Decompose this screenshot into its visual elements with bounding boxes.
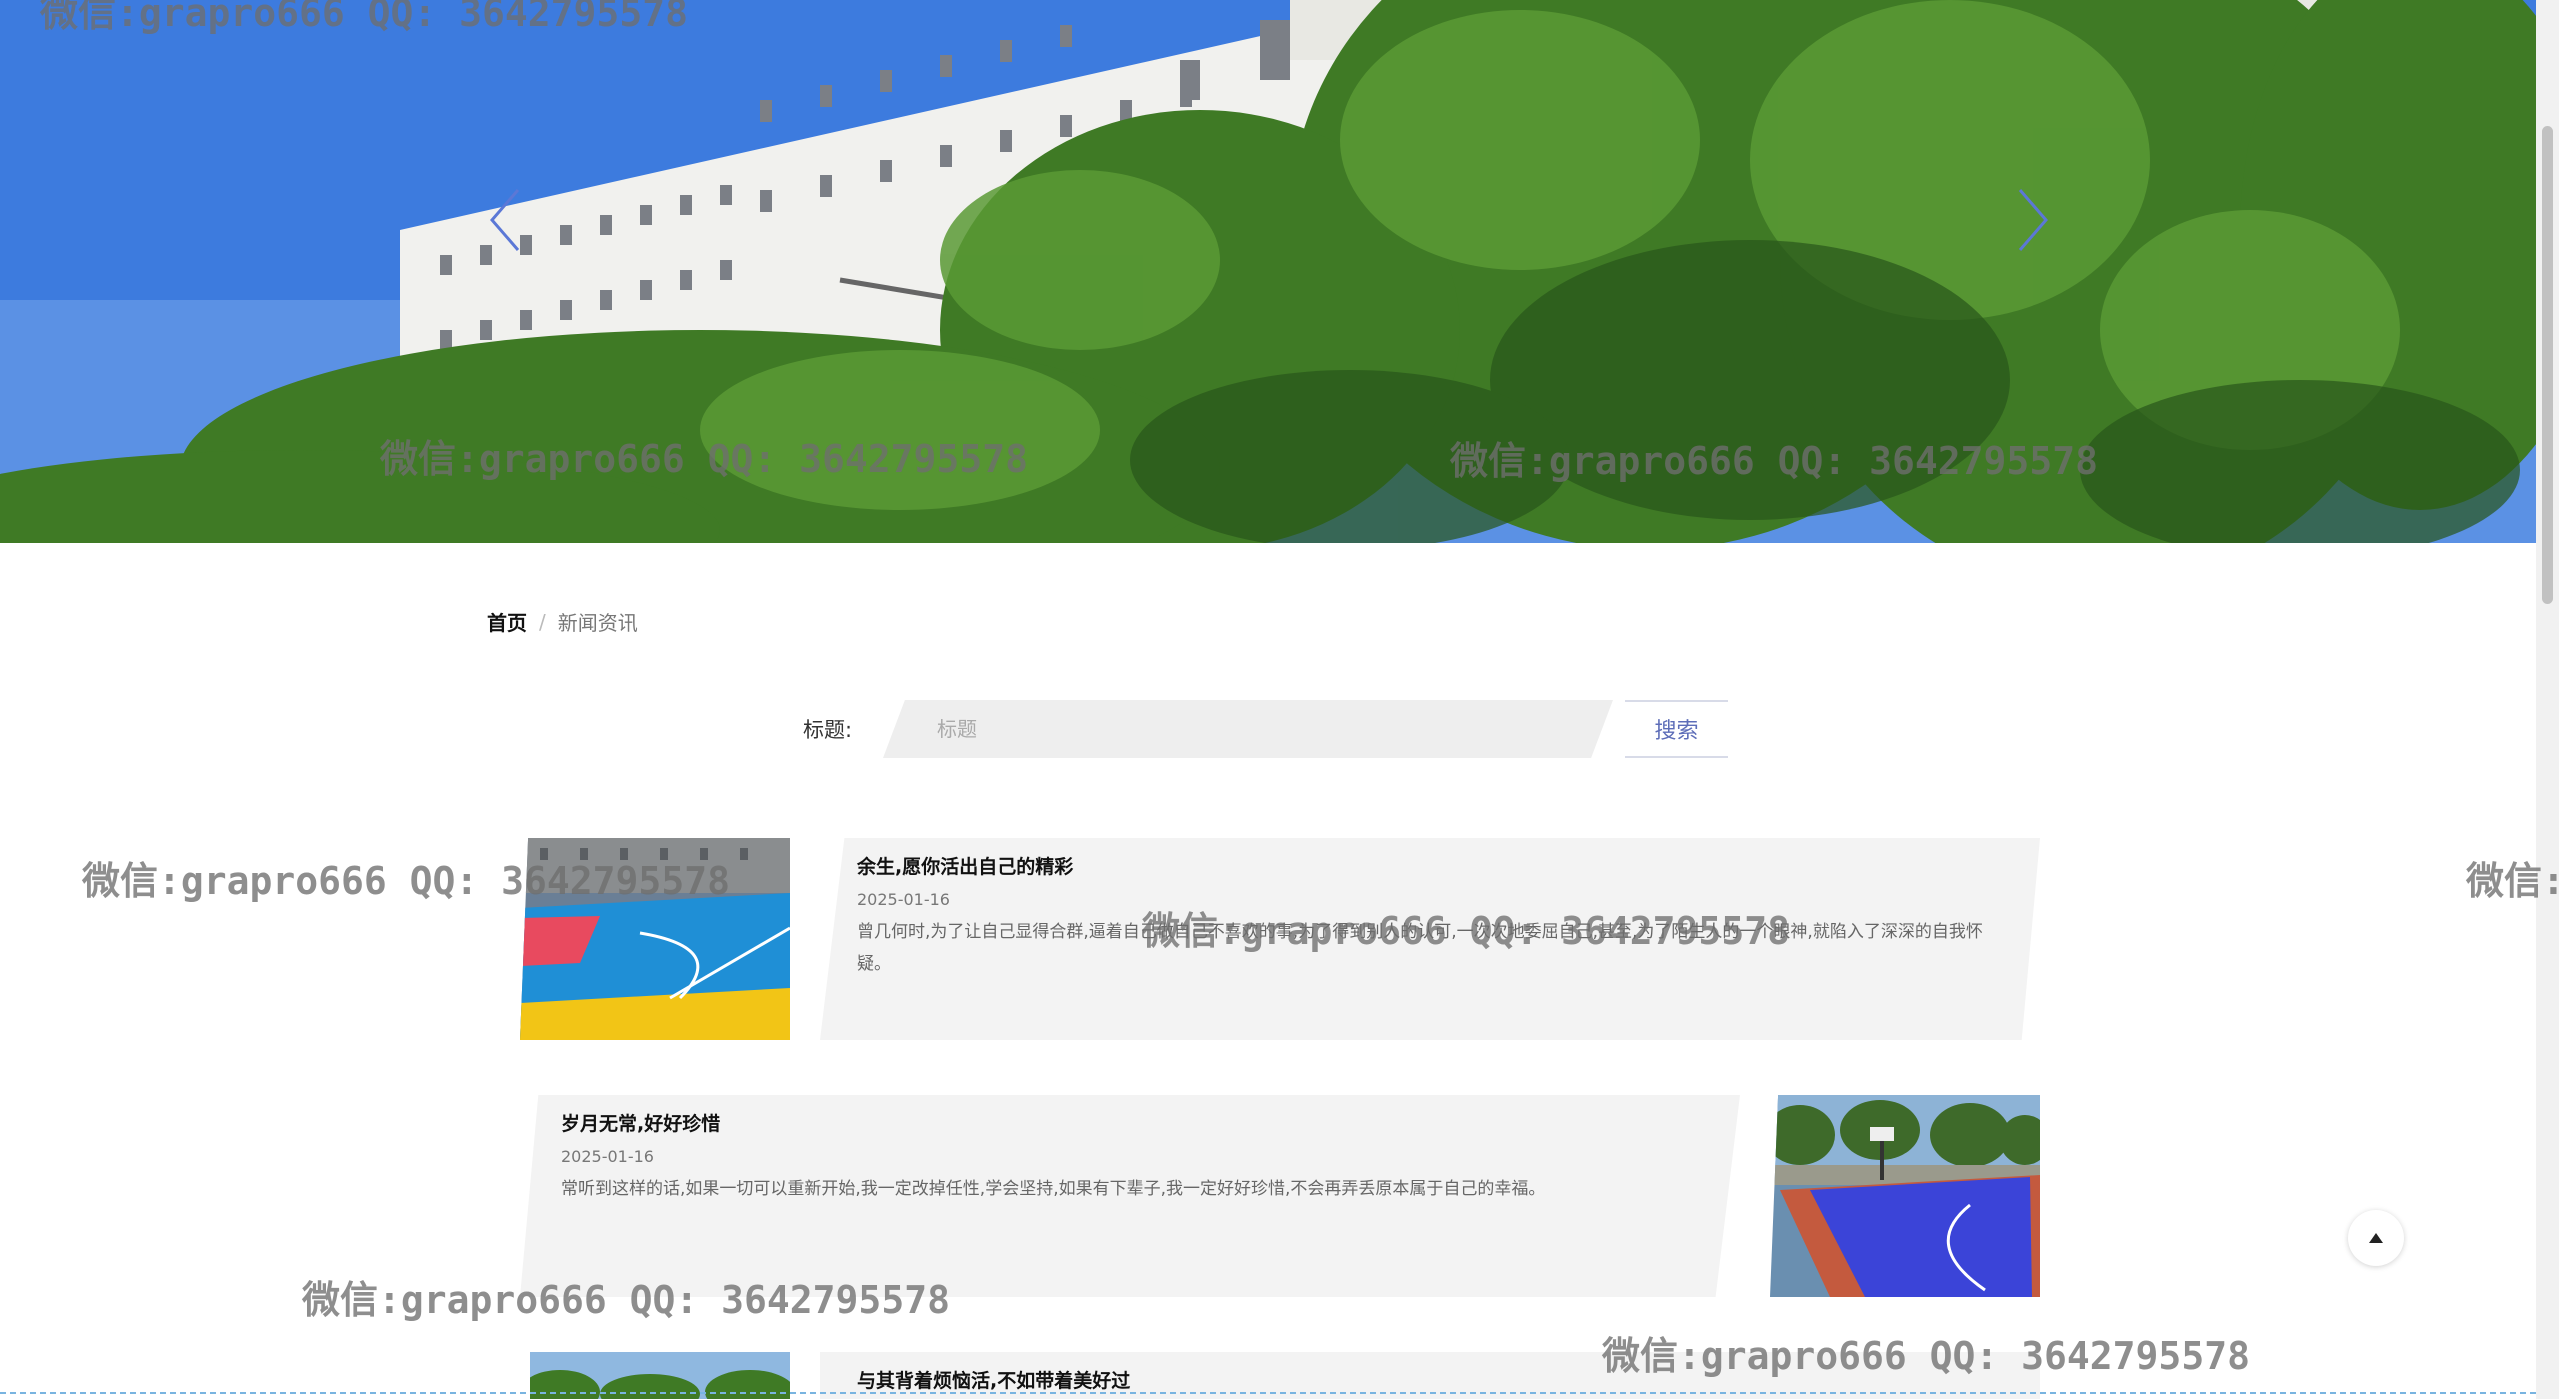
carousel-prev-button[interactable] (475, 180, 535, 260)
search-label: 标题: (803, 718, 853, 742)
news-thumbnail-image (1770, 1095, 2040, 1297)
news-title[interactable]: 岁月无常,好好珍惜 (561, 1109, 720, 1136)
breadcrumb-current: 新闻资讯 (557, 611, 638, 635)
news-thumbnail[interactable] (1770, 1095, 2040, 1297)
news-thumbnail[interactable] (520, 838, 790, 1040)
back-to-top-button[interactable] (2348, 1210, 2404, 1266)
breadcrumb: 首页 / 新闻资讯 (487, 607, 638, 636)
banner-carousel (0, 0, 2536, 543)
divider-line (0, 1392, 2536, 1394)
scrollbar-thumb[interactable] (2542, 126, 2553, 604)
news-summary: 常听到这样的话,如果一切可以重新开始,我一定改掉任性,学会坚持,如果有下辈子,我… (561, 1179, 1546, 1199)
news-item[interactable]: 余生,愿你活出自己的精彩 2025-01-16 曾几何时,为了让自己显得合群,逼… (520, 838, 2040, 1040)
news-date: 2025-01-16 (561, 1147, 654, 1166)
title-search-input[interactable] (883, 700, 1613, 758)
news-title[interactable]: 与其背着烦恼活,不如带着美好过 (857, 1366, 1130, 1393)
news-summary: 曾几何时,为了让自己显得合群,逼着自己做自己不喜欢的事,为了得到别人的认可,一次… (857, 922, 1983, 974)
breadcrumb-separator: / (539, 609, 546, 634)
carousel-next-button[interactable] (2003, 180, 2063, 260)
news-card[interactable]: 岁月无常,好好珍惜 2025-01-16 常听到这样的话,如果一切可以重新开始,… (520, 1095, 1740, 1297)
triangle-up-icon (2369, 1233, 2383, 1243)
chevron-right-icon (2018, 189, 2048, 251)
page-scrollbar[interactable] (2536, 0, 2559, 1399)
news-title[interactable]: 余生,愿你活出自己的精彩 (857, 852, 1073, 879)
search-button[interactable]: 搜索 (1625, 700, 1728, 758)
news-item[interactable]: 岁月无常,好好珍惜 2025-01-16 常听到这样的话,如果一切可以重新开始,… (520, 1095, 2040, 1297)
news-date: 2025-01-16 (857, 890, 950, 909)
news-card[interactable]: 余生,愿你活出自己的精彩 2025-01-16 曾几何时,为了让自己显得合群,逼… (820, 838, 2040, 1040)
breadcrumb-home-link[interactable]: 首页 (487, 607, 527, 636)
banner-image (0, 0, 2536, 543)
news-thumbnail-image (520, 838, 790, 1040)
chevron-left-icon (490, 189, 520, 251)
